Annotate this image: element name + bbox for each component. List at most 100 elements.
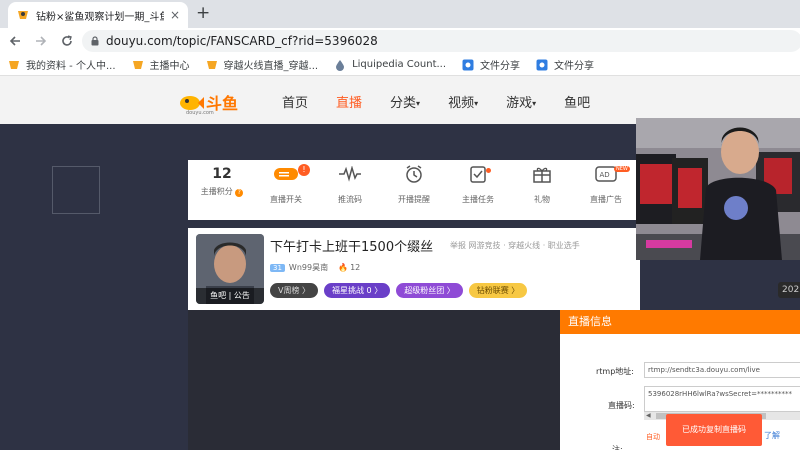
- liquipedia-icon: [336, 59, 345, 71]
- close-icon[interactable]: ×: [170, 8, 180, 22]
- nav-label: 分类: [390, 96, 417, 111]
- address-bar[interactable]: douyu.com/topic/FANSCARD_cf?rid=5396028: [82, 30, 800, 52]
- nav-label: 游戏: [506, 96, 533, 111]
- browser-toolbar: douyu.com/topic/FANSCARD_cf?rid=5396028: [0, 28, 800, 54]
- learn-more-link[interactable]: 了解: [764, 430, 780, 441]
- dash-label: 推流码: [338, 195, 362, 204]
- notification-dot: [486, 168, 491, 173]
- room-meta: 31 Wn99昊南 🔥 12: [270, 262, 360, 273]
- stream-code-label: 直播码:: [608, 401, 635, 410]
- auto-hint: 自动: [646, 433, 660, 441]
- waveform-icon: [318, 164, 382, 184]
- dash-item-live-switch[interactable]: ! 直播开关: [254, 164, 318, 205]
- bookmark-item[interactable]: 穿越火线直播_穿越...: [206, 57, 319, 72]
- file-share-icon: [536, 59, 548, 70]
- url-text: douyu.com/topic/FANSCARD_cf?rid=5396028: [106, 34, 378, 48]
- live-info-header: 直播信息: [560, 310, 800, 334]
- bookmark-item[interactable]: 文件分享: [536, 57, 594, 72]
- douyu-favicon-icon: [9, 60, 19, 69]
- level-badge: 31: [270, 263, 285, 272]
- bookmark-item[interactable]: 我的资料 - 个人中...: [8, 57, 116, 72]
- screen: 钻粉×鲨鱼观察计划一期_斗鱼 × + douyu.com/topic/FANSC…: [0, 0, 800, 450]
- logo-subtitle: douyu.com: [186, 110, 214, 116]
- rtmp-input[interactable]: rtmp://sendtc3a.douyu.com/live: [644, 362, 800, 378]
- scroll-left-icon[interactable]: ◀: [646, 412, 651, 420]
- lock-icon: [91, 36, 99, 46]
- flame-icon: 🔥: [338, 263, 349, 272]
- dash-label: 礼物: [534, 195, 550, 204]
- bookmark-label: 主播中心: [149, 61, 190, 72]
- fish-logo-icon: [180, 96, 204, 110]
- stream-code-input[interactable]: 5396028rHH6lwlRa?wsSecret=**********: [644, 386, 800, 412]
- browser-tab[interactable]: 钻粉×鲨鱼观察计划一期_斗鱼 ×: [8, 2, 188, 28]
- file-share-icon: [462, 59, 474, 70]
- room-pills: V周榜 〉 福星挑战 0 〉 超级粉丝团 〉 钻粉联赛 〉: [270, 283, 533, 298]
- alarm-clock-icon: [382, 164, 446, 184]
- nav-video[interactable]: 视频▾: [448, 92, 478, 111]
- douyu-favicon-icon: [206, 60, 217, 69]
- forward-arrow-icon[interactable]: [30, 34, 52, 48]
- streamer-avatar[interactable]: 鱼吧 | 公告: [196, 234, 264, 304]
- nav-fishbar[interactable]: 鱼吧: [564, 92, 590, 111]
- new-badge: NEW: [614, 166, 630, 172]
- dash-item-ad[interactable]: AD NEW 直播广告: [574, 164, 638, 205]
- heat-value: 12: [350, 263, 361, 272]
- diamond-league-button[interactable]: 钻粉联赛 〉: [468, 283, 528, 298]
- bookmark-item[interactable]: 主播中心: [132, 57, 190, 72]
- dash-item-score[interactable]: 12 主播积分 ?: [190, 164, 254, 197]
- webcam-overlay: [636, 118, 800, 260]
- new-tab-icon[interactable]: +: [196, 4, 210, 22]
- site-nav: 首页 直播 分类▾ 视频▾ 游戏▾ 鱼吧: [282, 92, 618, 111]
- weekly-rank-button[interactable]: V周榜 〉: [270, 283, 319, 298]
- nav-games[interactable]: 游戏▾: [506, 92, 536, 111]
- copy-success-toast: 已成功复制直播码: [666, 414, 762, 446]
- anchor-dashboard: 12 主播积分 ? ! 直播开关 推流码 开播提醒 主播任务 礼物 AD NEW: [188, 160, 640, 220]
- tab-title: 钻粉×鲨鱼观察计划一期_斗鱼: [36, 11, 164, 23]
- rtmp-label: rtmp地址:: [596, 367, 634, 376]
- dash-item-stream-code[interactable]: 推流码: [318, 164, 382, 205]
- browser-tab-bar: 钻粉×鲨鱼观察计划一期_斗鱼 × +: [0, 0, 800, 28]
- chevron-down-icon: ▾: [416, 99, 421, 108]
- bookmark-item[interactable]: Liquipedia Count...: [334, 59, 446, 71]
- player-area: [188, 310, 560, 450]
- back-arrow-icon[interactable]: [4, 34, 26, 48]
- bookmark-label: 文件分享: [554, 61, 595, 72]
- svg-text:AD: AD: [600, 171, 610, 179]
- dash-label: 主播任务: [462, 195, 494, 204]
- room-card: 鱼吧 | 公告 下午打卡上班干1500个缀丝 举报 网游竞技 · 穿越火线 · …: [188, 228, 640, 310]
- nav-category[interactable]: 分类▾: [390, 92, 420, 111]
- nav-label: 视频: [448, 96, 475, 111]
- dash-label: 直播广告: [590, 195, 622, 204]
- nav-live[interactable]: 直播: [336, 92, 362, 111]
- reload-icon[interactable]: [56, 34, 78, 48]
- bookmarks-bar: 我的资料 - 个人中... 主播中心 穿越火线直播_穿越... Liquiped…: [0, 54, 800, 76]
- bookmark-label: 文件分享: [480, 61, 521, 72]
- room-title: 下午打卡上班干1500个缀丝: [270, 240, 434, 255]
- question-icon[interactable]: ?: [235, 189, 244, 197]
- room-tags[interactable]: 举报 网游竞技 · 穿越火线 · 职业选手: [450, 240, 580, 251]
- dash-label: 主播积分 ?: [190, 186, 254, 197]
- note-label: 注:: [612, 445, 623, 450]
- bookmark-label: 穿越火线直播_穿越...: [223, 61, 319, 72]
- chevron-down-icon: ▾: [474, 99, 479, 108]
- bookmark-item[interactable]: 文件分享: [462, 57, 520, 72]
- chevron-down-icon: ▾: [532, 99, 537, 108]
- streamer-name[interactable]: Wn99昊南: [289, 262, 328, 273]
- dash-item-tasks[interactable]: 主播任务: [446, 164, 510, 205]
- dash-item-gift[interactable]: 礼物: [510, 164, 574, 205]
- score-value: 12: [212, 166, 232, 182]
- avatar-bar[interactable]: 鱼吧 | 公告: [196, 288, 264, 304]
- nav-home[interactable]: 首页: [282, 92, 308, 111]
- lucky-challenge-button[interactable]: 福星挑战 0 〉: [324, 283, 391, 298]
- douyu-favicon-icon: [132, 60, 143, 69]
- bookmark-label: 我的资料 - 个人中...: [26, 61, 116, 72]
- dash-label: 开播提醒: [398, 195, 430, 204]
- alert-badge: !: [298, 164, 310, 176]
- fan-club-button[interactable]: 超级粉丝团 〉: [396, 283, 463, 298]
- dash-label: 直播开关: [270, 195, 302, 204]
- site-header: 斗鱼 douyu.com 首页 直播 分类▾ 视频▾ 游戏▾ 鱼吧: [0, 76, 800, 124]
- dash-item-reminder[interactable]: 开播提醒: [382, 164, 446, 205]
- decorative-frame: [52, 166, 100, 214]
- task-check-icon: [446, 164, 510, 184]
- bookmark-label: Liquipedia Count...: [352, 59, 447, 70]
